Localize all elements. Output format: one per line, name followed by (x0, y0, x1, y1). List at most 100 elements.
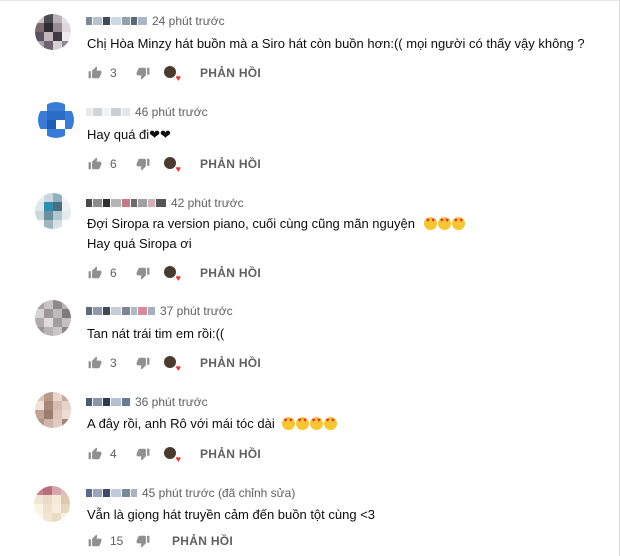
name-blur-block (122, 398, 130, 406)
avatar-pixel (35, 410, 44, 419)
name-blur-block (148, 307, 155, 315)
avatar-pixel (44, 309, 53, 318)
comment-timestamp[interactable]: 37 phút trước (160, 304, 233, 318)
like-icon[interactable] (88, 356, 102, 370)
reply-button[interactable]: PHẢN HỒI (172, 534, 233, 548)
reply-button[interactable]: PHẢN HỒI (200, 356, 261, 370)
avatar-pixel (53, 23, 62, 32)
name-blur-block (103, 489, 110, 497)
avatar-pixel (62, 300, 71, 309)
dislike-icon[interactable] (136, 157, 150, 171)
name-blur-block (93, 108, 102, 116)
name-blur-block (111, 307, 121, 315)
comment-text: Tan nát trái tim em rồi:(( (87, 324, 224, 344)
avatar[interactable] (35, 193, 71, 229)
name-blur-block (148, 199, 155, 207)
comment-text: Vẫn là giọng hát truyền cảm đến buồn tột… (87, 505, 375, 525)
heart-eyes-emoji (309, 417, 323, 430)
comment-timestamp[interactable]: 46 phút trước (135, 105, 208, 119)
name-blur-block (86, 398, 92, 406)
name-blur-block (93, 17, 102, 25)
avatar[interactable] (35, 300, 71, 336)
avatar-pixel (53, 401, 62, 410)
avatar[interactable] (34, 486, 70, 522)
author-name-blurred[interactable] (86, 199, 166, 207)
name-blur-block (131, 17, 137, 25)
name-blur-block (122, 199, 130, 207)
reply-button[interactable]: PHẢN HỒI (200, 66, 261, 80)
avatar-pixel (65, 102, 74, 111)
avatar-pixel (62, 318, 71, 327)
reply-button[interactable]: PHẢN HỒI (200, 266, 261, 280)
avatar-pixel (43, 504, 52, 513)
like-count: 6 (110, 157, 117, 171)
avatar-pixel (53, 193, 62, 202)
name-blur-block (86, 489, 92, 497)
avatar-pixel (52, 504, 61, 513)
dislike-icon[interactable] (136, 266, 150, 280)
heart-eyes-emoji-group (281, 416, 337, 431)
author-name-blurred[interactable] (86, 17, 147, 25)
name-blur-block (122, 17, 130, 25)
avatar-pixel (35, 211, 44, 220)
avatar-pixel (62, 202, 71, 211)
reply-button[interactable]: PHẢN HỒI (200, 447, 261, 461)
avatar-pixel (35, 401, 44, 410)
name-blur-block (103, 17, 110, 25)
reply-button[interactable]: PHẢN HỒI (200, 157, 261, 171)
avatar[interactable] (38, 102, 74, 138)
like-icon[interactable] (88, 266, 102, 280)
avatar[interactable] (35, 14, 71, 50)
like-icon[interactable] (88, 157, 102, 171)
avatar-pixel (43, 486, 52, 495)
like-count: 3 (110, 356, 117, 370)
like-count: 4 (110, 447, 117, 461)
like-icon[interactable] (88, 534, 102, 548)
name-blur-block (86, 17, 92, 25)
avatar-pixel (52, 513, 61, 522)
name-blur-block (122, 489, 130, 497)
name-blur-block (111, 108, 121, 116)
author-name-blurred[interactable] (86, 108, 130, 116)
dislike-icon[interactable] (136, 534, 150, 548)
avatar-pixel (35, 220, 44, 229)
avatar-pixel (34, 495, 43, 504)
frame-top-border (0, 0, 620, 1)
comment-timestamp[interactable]: 42 phút trước (171, 196, 244, 210)
comment-timestamp[interactable]: 45 phút trước (đã chỉnh sửa) (142, 486, 295, 500)
author-name-blurred[interactable] (86, 307, 155, 315)
creator-heart-icon: ♥ (164, 157, 181, 174)
avatar-pixel (53, 392, 62, 401)
comment-text: Hay quá đi❤❤ (87, 125, 171, 145)
name-blur-block (86, 307, 92, 315)
like-icon[interactable] (88, 66, 102, 80)
author-name-blurred[interactable] (86, 489, 137, 497)
avatar-pixel (53, 202, 62, 211)
like-icon[interactable] (88, 447, 102, 461)
comment-timestamp[interactable]: 36 phút trước (135, 395, 208, 409)
name-blur-block (103, 199, 110, 207)
heart-eyes-emoji (423, 217, 437, 230)
avatar-pixel (53, 327, 62, 336)
author-name-blurred[interactable] (86, 398, 130, 406)
dislike-icon[interactable] (136, 447, 150, 461)
avatar-pixel (35, 193, 44, 202)
avatar[interactable] (35, 392, 71, 428)
dislike-icon[interactable] (136, 66, 150, 80)
comment-timestamp[interactable]: 24 phút trước (152, 14, 225, 28)
avatar-pixel (53, 14, 62, 23)
name-blur-block (103, 108, 110, 116)
avatar-pixel (44, 220, 53, 229)
name-blur-block (111, 17, 121, 25)
like-count: 6 (110, 266, 117, 280)
name-blur-block (138, 17, 147, 25)
avatar-pixel (47, 120, 56, 129)
avatar-pixel (38, 120, 47, 129)
avatar-pixel (35, 327, 44, 336)
comment-text: Chị Hòa Minzy hát buồn mà a Siro hát còn… (87, 34, 585, 54)
comment-actions: 4 ♥ PHẢN HỒI (88, 445, 261, 464)
dislike-icon[interactable] (136, 356, 150, 370)
avatar-pixel (62, 32, 71, 41)
avatar-pixel (35, 300, 44, 309)
creator-heart-icon: ♥ (164, 447, 181, 464)
